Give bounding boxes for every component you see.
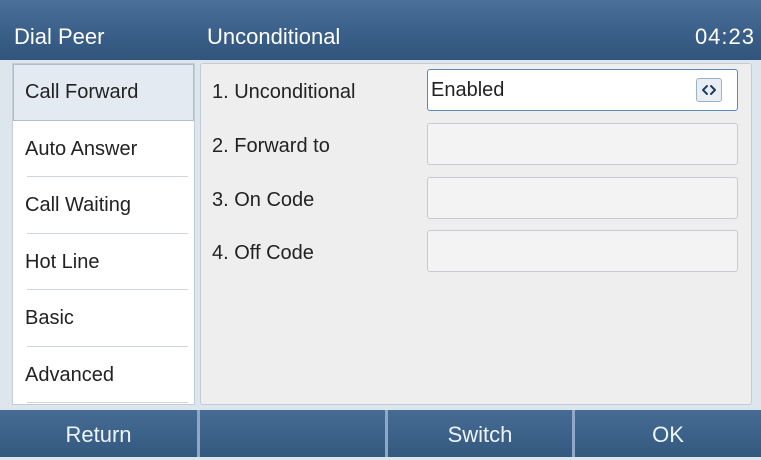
unconditional-label: 1. Unconditional (212, 81, 356, 103)
empty-softkey[interactable] (200, 410, 385, 457)
return-button[interactable]: Return (0, 410, 197, 457)
sidebar-item-label: Hot Line (25, 250, 100, 273)
ok-button[interactable]: OK (575, 410, 761, 457)
form-row-off-code: 4. Off Code (201, 230, 751, 272)
form-row-on-code: 3. On Code (201, 177, 751, 219)
off-code-label: 4. Off Code (212, 242, 314, 264)
sidebar-item-auto-answer[interactable]: Auto Answer (13, 121, 194, 178)
header-bar: Dial Peer Unconditional 04:23 (0, 0, 761, 60)
softkey-bar: Return Switch OK (0, 410, 761, 457)
sidebar-item-label: Call Forward (25, 81, 139, 103)
forward-to-label: 2. Forward to (212, 135, 330, 157)
unconditional-select[interactable]: Enabled (427, 69, 738, 111)
switch-button[interactable]: Switch (388, 410, 572, 457)
sidebar: Call Forward Auto Answer Call Waiting Ho… (12, 63, 195, 405)
forward-to-field[interactable] (427, 123, 738, 165)
form-row-unconditional: 1. Unconditional Enabled (201, 69, 751, 111)
sidebar-item-label: Auto Answer (25, 137, 138, 160)
page-title: Dial Peer (14, 24, 105, 49)
page-subtitle: Unconditional (207, 24, 341, 49)
sidebar-item-basic[interactable]: Basic (13, 290, 194, 347)
form-row-forward-to: 2. Forward to (201, 123, 751, 165)
sidebar-item-hot-line[interactable]: Hot Line (13, 234, 194, 291)
settings-panel: 1. Unconditional Enabled 2. Forward to 3… (200, 63, 752, 405)
clock: 04:23 (694, 24, 755, 49)
left-right-arrows-icon[interactable] (696, 78, 722, 102)
sidebar-item-label: Call Waiting (25, 194, 131, 216)
sidebar-item-call-forward[interactable]: Call Forward (13, 64, 194, 121)
unconditional-value: Enabled (431, 79, 505, 101)
sidebar-item-label: Basic (25, 307, 74, 329)
on-code-field[interactable] (427, 177, 738, 219)
sidebar-item-call-waiting[interactable]: Call Waiting (13, 177, 194, 234)
off-code-field[interactable] (427, 230, 738, 272)
sidebar-item-label: Advanced (25, 363, 114, 386)
on-code-label: 3. On Code (212, 189, 315, 211)
sidebar-item-advanced[interactable]: Advanced (13, 347, 194, 404)
